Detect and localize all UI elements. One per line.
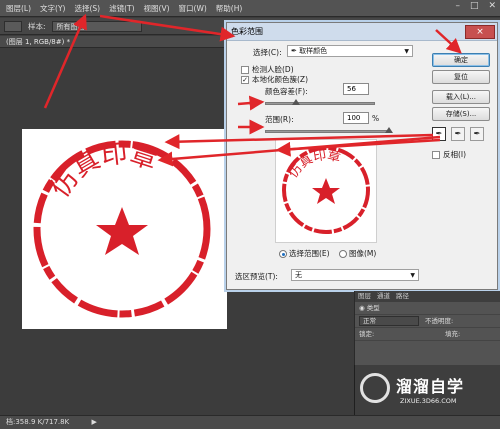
selection-preview-value: 无 [295, 271, 302, 279]
menu-help[interactable]: 帮助(H) [216, 3, 243, 14]
tab-channels[interactable]: 通道 [377, 291, 390, 302]
window-controls: – □ ✕ [455, 1, 496, 11]
radio-selection[interactable] [279, 250, 287, 258]
tool-preset-picker[interactable] [4, 20, 22, 32]
fuzziness-input[interactable]: 56 [343, 83, 369, 95]
fill-label: 填充: [445, 330, 461, 338]
stamp-text-path: 仿真印章 [45, 139, 160, 203]
close-window-icon[interactable]: ✕ [488, 1, 496, 11]
radio-selection-option[interactable]: 选择范围(E) [279, 248, 330, 259]
status-menu-arrow-icon[interactable]: ▶ [91, 418, 96, 426]
tab-paths[interactable]: 路径 [396, 291, 409, 302]
chevron-down-icon: ▼ [410, 272, 415, 279]
menu-filter[interactable]: 滤镜(T) [109, 3, 134, 14]
load-button[interactable]: 载入(L)... [432, 90, 490, 104]
menu-bar: 图层(L) 文字(Y) 选择(S) 滤镜(T) 视图(V) 窗口(W) 帮助(H… [0, 0, 500, 17]
radio-image[interactable] [339, 250, 347, 258]
localized-clusters-checkbox[interactable]: ✓ [241, 76, 249, 84]
invert-option[interactable]: 反相(I) [432, 149, 466, 160]
tab-layers[interactable]: 图层 [358, 291, 371, 302]
fuzziness-slider[interactable] [265, 99, 375, 105]
stamp-star [96, 207, 148, 255]
layer-filter-row: ◉ 类型 [355, 302, 500, 315]
eyedropper-icon[interactable]: ✒ [432, 127, 446, 141]
range-unit: % [372, 114, 380, 123]
menu-layer[interactable]: 图层(L) [6, 3, 31, 14]
range-input[interactable]: 100 [343, 112, 369, 124]
preview-stamp-text-path: 仿真印章 [286, 147, 342, 181]
minimize-icon[interactable]: – [455, 1, 460, 11]
blend-mode-select[interactable]: 正常 [359, 316, 419, 326]
save-button[interactable]: 存储(S)... [432, 107, 490, 121]
fuzziness-slider-thumb[interactable] [292, 99, 301, 105]
menu-select[interactable]: 选择(S) [74, 3, 100, 14]
dialog-title: 色彩范围 [231, 27, 263, 36]
select-label: 选择(C): [253, 48, 282, 57]
range-slider[interactable] [265, 127, 393, 133]
eyedropper-subtract-icon[interactable]: ✒ [470, 127, 484, 141]
eyedropper-add-icon[interactable]: ✒ [451, 127, 465, 141]
layer-kind-select[interactable]: 类型 [367, 304, 380, 312]
maximize-icon[interactable]: □ [470, 1, 479, 11]
menu-window[interactable]: 窗口(W) [179, 3, 207, 14]
fuzziness-label: 颜色容差(F): [265, 87, 308, 96]
localized-clusters-option[interactable]: ✓ 本地化颜色簇(Z) [241, 74, 308, 85]
color-range-dialog: 色彩范围 × 选择(C): ✒ 取样颜色 ▼ 检测人脸(D) ✓ 本地化颜色簇(Z… [226, 22, 498, 290]
document-tab[interactable]: (图层 1, RGB/8#) * [0, 36, 230, 48]
lock-row: 锁定: 填充: [355, 328, 500, 341]
menu-type[interactable]: 文字(Y) [40, 3, 65, 14]
sample-label: 样本: [28, 21, 46, 31]
layers-panel-tabs: 图层 通道 路径 [355, 291, 500, 302]
watermark-logo-icon [360, 373, 390, 403]
range-slider-thumb[interactable] [385, 127, 393, 133]
preview-stamp-image: 仿真印章 [282, 146, 370, 234]
detect-faces-checkbox[interactable] [241, 66, 249, 74]
eyedropper-small-icon: ✒ [291, 47, 300, 55]
lock-label: 锁定: [359, 330, 375, 338]
reset-button[interactable]: 复位 [432, 70, 490, 84]
invert-label: 反相(I) [443, 150, 467, 159]
detect-faces-label: 检测人脸(D) [252, 65, 294, 74]
document-size: 档:358.9 K/717.8K [6, 418, 70, 426]
range-label: 范围(R): [265, 115, 294, 124]
menu-view[interactable]: 视图(V) [144, 3, 170, 14]
ok-button[interactable]: 确定 [432, 53, 490, 67]
filter-icon: ◉ [359, 304, 367, 312]
radio-selection-label: 选择范围(E) [289, 249, 330, 258]
dialog-close-button[interactable]: × [465, 25, 495, 39]
stamp-text: 仿真印章 [45, 139, 160, 203]
document-canvas[interactable]: 仿真印章 [22, 129, 227, 329]
sample-select[interactable]: 所有图层 [51, 20, 142, 32]
status-bar: 档:358.9 K/717.8K ▶ [0, 415, 500, 429]
stamp-image: 仿真印章 [33, 139, 211, 318]
dialog-titlebar: 色彩范围 × [227, 23, 497, 41]
invert-checkbox[interactable] [432, 151, 440, 159]
radio-image-label: 图像(M) [349, 249, 377, 258]
opacity-label: 不透明度: [425, 317, 454, 325]
select-value: 取样颜色 [299, 47, 328, 55]
selection-preview-label: 选区预览(T): [235, 272, 278, 281]
watermark-subtitle: ZIXUE.3D66.COM [400, 397, 457, 405]
localized-clusters-label: 本地化颜色簇(Z) [252, 75, 308, 84]
chevron-down-icon: ▼ [404, 48, 409, 55]
selection-preview-select[interactable]: 无 ▼ [291, 269, 419, 281]
selection-preview[interactable]: 仿真印章 [275, 139, 377, 243]
watermark-title: 溜溜自学 [396, 377, 465, 396]
select-dropdown[interactable]: ✒ 取样颜色 ▼ [287, 45, 413, 57]
radio-image-option[interactable]: 图像(M) [339, 248, 376, 259]
watermark: 溜溜自学 ZIXUE.3D66.COM [354, 365, 500, 415]
preview-stamp-text: 仿真印章 [286, 147, 342, 181]
blend-row: 正常 不透明度: [355, 315, 500, 328]
